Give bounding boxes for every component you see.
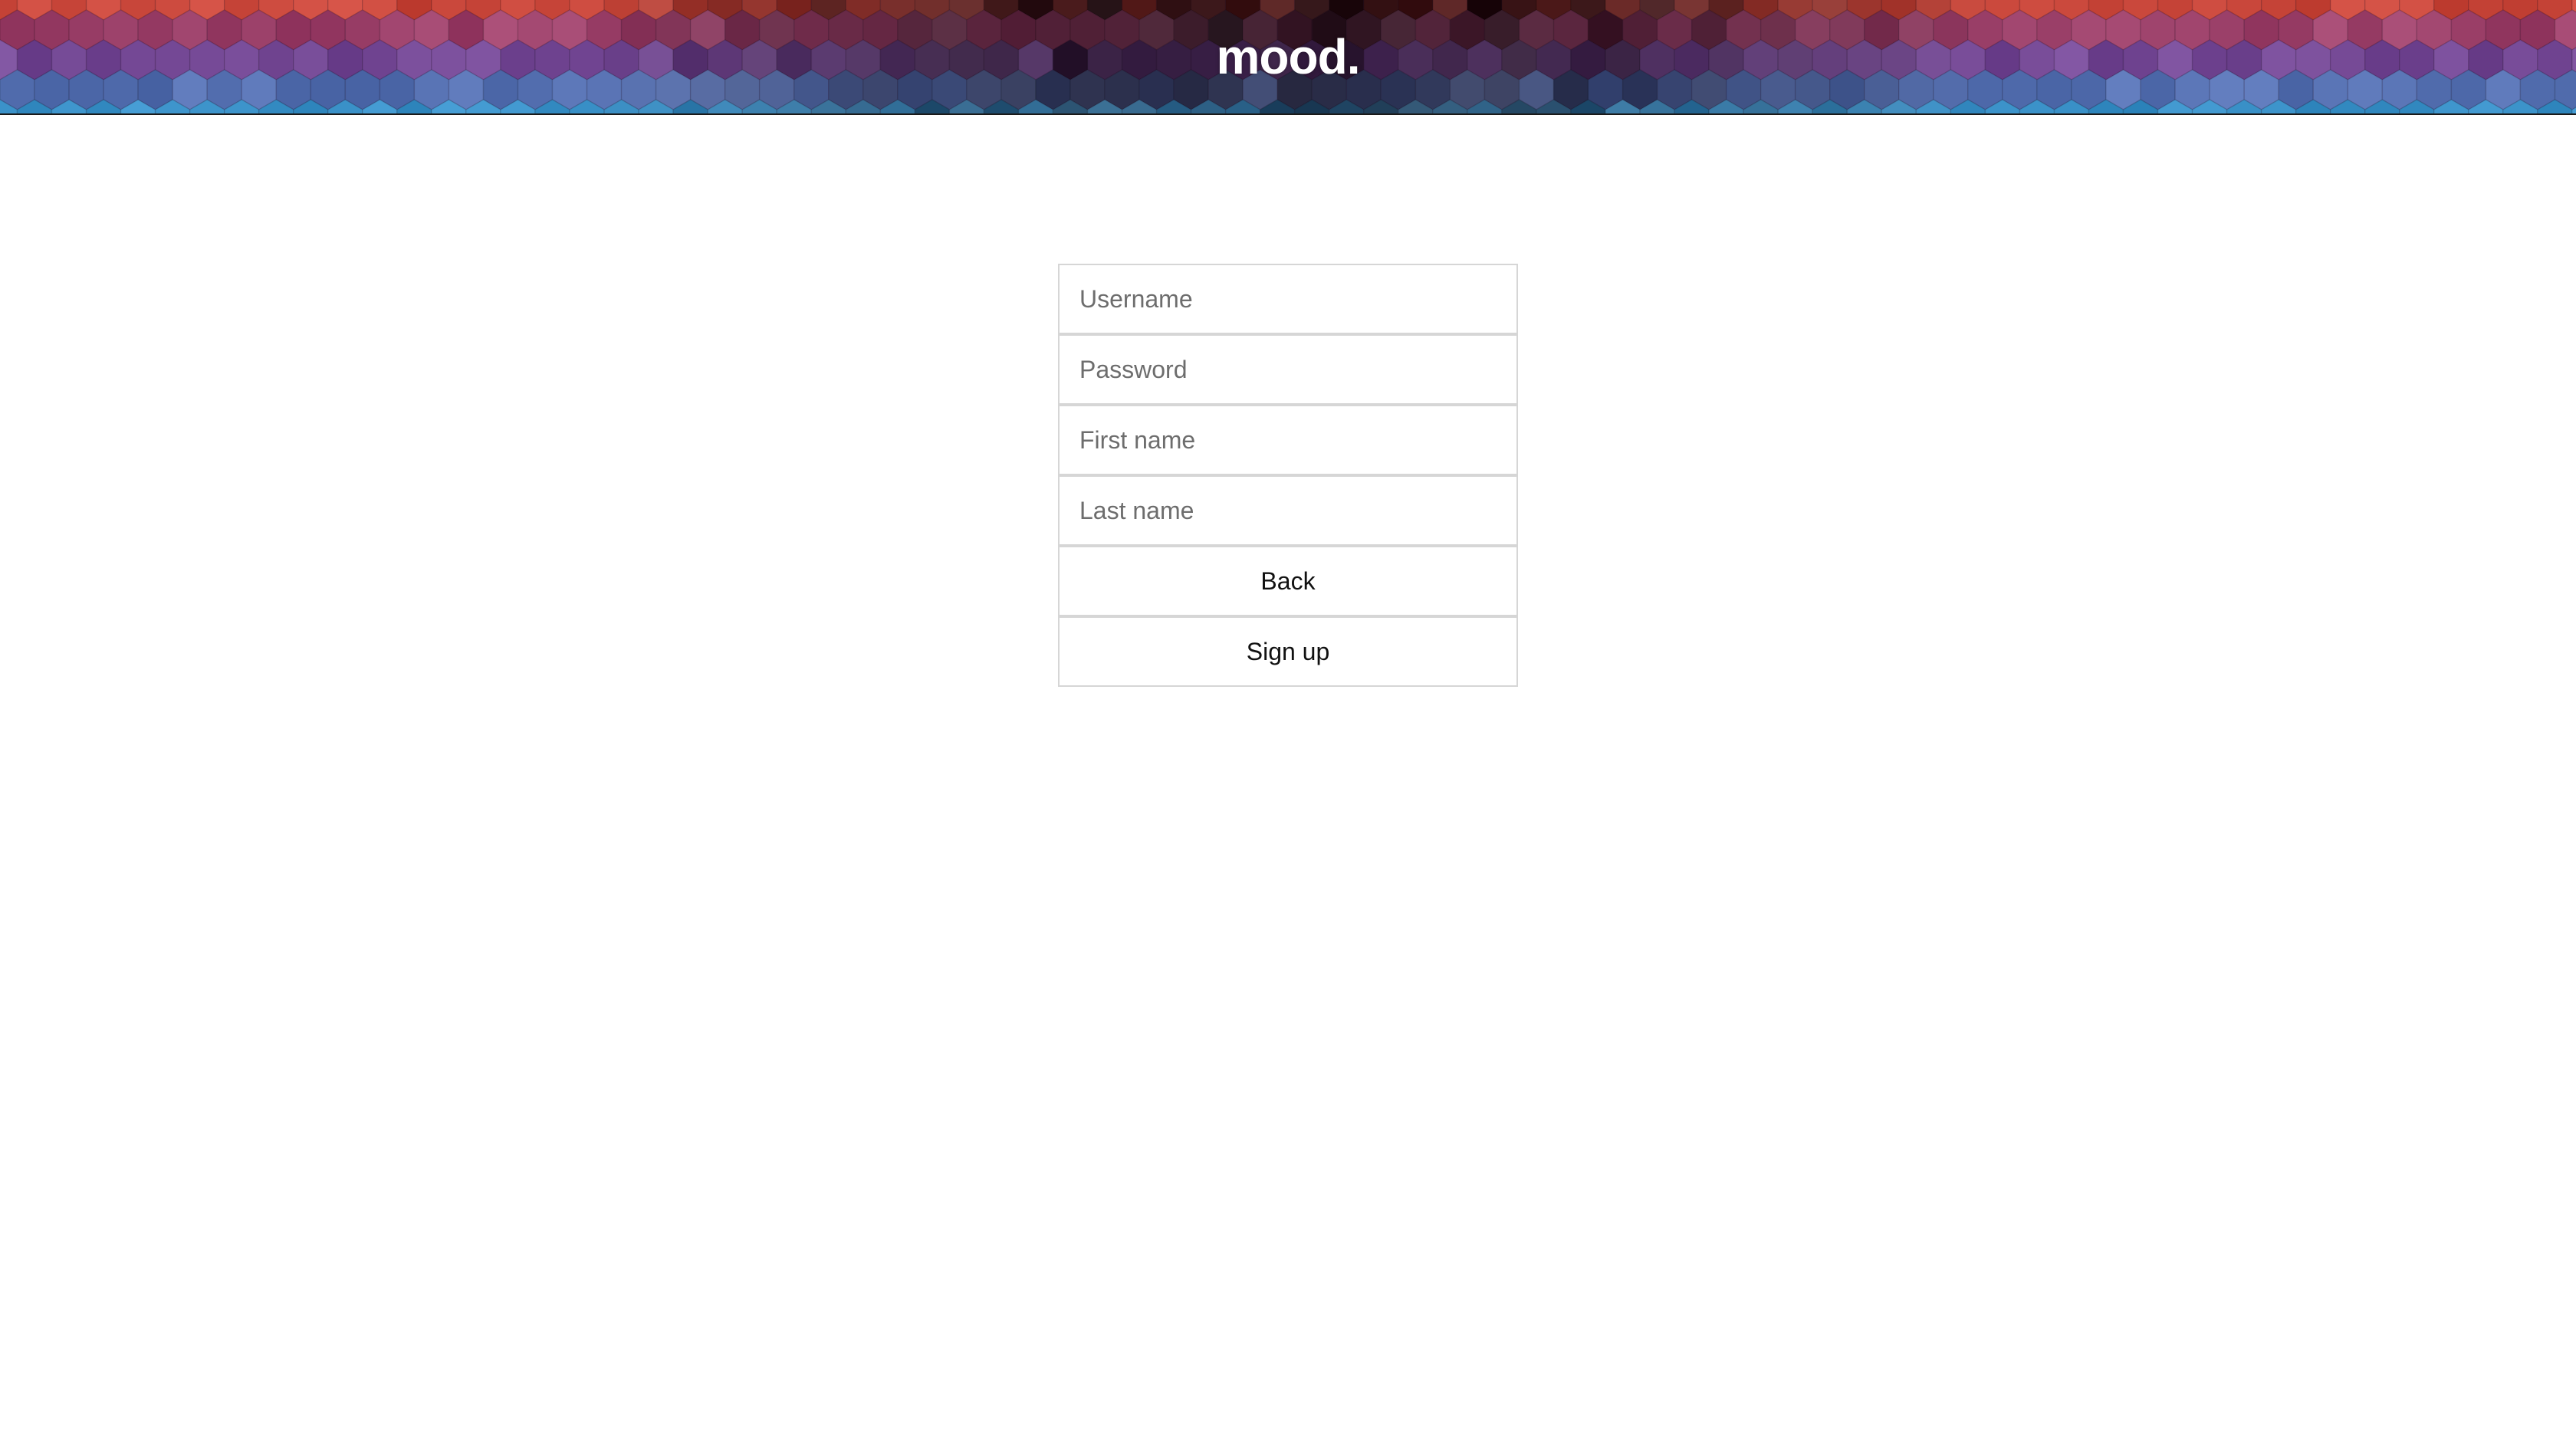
password-input[interactable]: [1058, 334, 1518, 405]
username-input[interactable]: [1058, 264, 1518, 334]
last-name-input[interactable]: [1058, 475, 1518, 546]
signup-form: Back Sign up: [1058, 264, 1518, 687]
back-button[interactable]: Back: [1058, 546, 1518, 616]
header-banner: mood.: [0, 0, 2576, 115]
first-name-input[interactable]: [1058, 405, 1518, 475]
sign-up-button[interactable]: Sign up: [1058, 616, 1518, 687]
app-logo-title: mood.: [1216, 29, 1361, 84]
